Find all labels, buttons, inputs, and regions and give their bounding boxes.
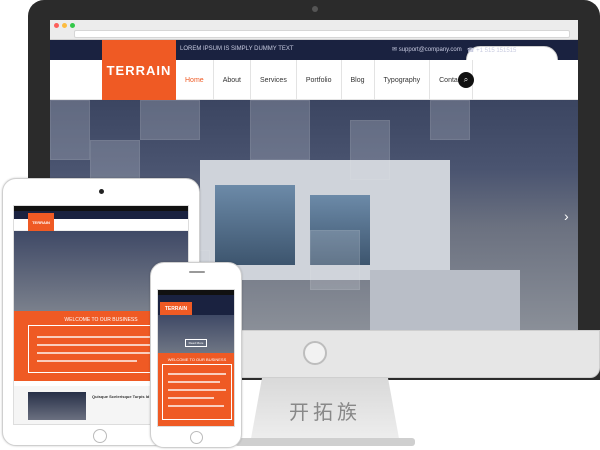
mail-contact[interactable]: ✉ support@company.com xyxy=(392,46,462,53)
monitor-base xyxy=(235,438,415,446)
text-line xyxy=(37,336,167,338)
tablet-navbar: TERRAIN xyxy=(14,213,188,231)
menu-item-blog[interactable]: Blog xyxy=(342,60,375,100)
menu-item-services[interactable]: Services xyxy=(251,60,297,100)
minimize-dot[interactable] xyxy=(62,23,67,28)
address-bar[interactable] xyxy=(74,30,570,38)
text-line xyxy=(37,344,157,346)
slide-tile xyxy=(430,100,470,140)
phone-hero: Read More xyxy=(158,315,234,353)
webcam xyxy=(312,6,318,12)
phone-text: +1 515 151515 xyxy=(476,48,517,54)
email-text: support@company.com xyxy=(398,47,462,53)
phone-hero-button[interactable]: Read More xyxy=(184,339,208,347)
post-thumbnail[interactable] xyxy=(28,392,86,420)
menu-item-home[interactable]: Home xyxy=(176,60,214,100)
menu-item-typography[interactable]: Typography xyxy=(375,60,431,100)
monitor-power-button xyxy=(303,341,327,365)
site-navbar: TERRAIN Home About Services Portfolio Bl… xyxy=(50,40,578,100)
maximize-dot[interactable] xyxy=(70,23,75,28)
text-line xyxy=(168,397,214,399)
menu-item-portfolio[interactable]: Portfolio xyxy=(297,60,342,100)
phone-welcome-heading: WELCOME TO OUR BUSINESS xyxy=(167,357,227,362)
text-line xyxy=(168,373,226,375)
phone-device: TERRAIN Read More WELCOME TO OUR BUSINES… xyxy=(150,262,242,448)
browser-chrome xyxy=(50,20,578,40)
phone-home-button xyxy=(190,431,203,444)
site-logo[interactable]: TERRAIN xyxy=(102,40,176,100)
main-menu: Home About Services Portfolio Blog Typog… xyxy=(176,60,474,100)
slide-tile xyxy=(250,100,310,160)
phone-screen: TERRAIN Read More WELCOME TO OUR BUSINES… xyxy=(157,289,235,427)
phone-welcome-box xyxy=(162,364,232,420)
close-dot[interactable] xyxy=(54,23,59,28)
phone-icon: ☎ xyxy=(467,48,477,54)
text-line xyxy=(37,352,167,354)
site-tagline: LOREM IPSUM IS SIMPLY DUMMY TEXT xyxy=(180,46,294,52)
hero-glass-window xyxy=(215,185,295,265)
tablet-home-button xyxy=(93,429,107,443)
stand-watermark: 开拓族 xyxy=(289,400,361,424)
phone-speaker xyxy=(189,271,205,273)
slide-tile xyxy=(310,230,360,290)
text-line xyxy=(37,360,137,362)
phone-logo[interactable]: TERRAIN xyxy=(160,302,192,316)
phone-welcome-section: WELCOME TO OUR BUSINESS xyxy=(158,353,234,426)
slide-tile xyxy=(140,100,200,140)
tablet-logo[interactable]: TERRAIN xyxy=(28,213,54,231)
mail-icon: ✉ xyxy=(392,47,399,53)
hero-building-lower xyxy=(370,270,520,330)
text-line xyxy=(168,405,224,407)
text-line xyxy=(168,381,220,383)
device-mockup: 开拓族 LOREM IPSUM IS SIMPLY DUMMY TEXT ✉ s… xyxy=(0,0,600,450)
search-icon[interactable]: ⌕ xyxy=(458,72,474,88)
menu-item-about[interactable]: About xyxy=(214,60,251,100)
tablet-camera xyxy=(99,189,104,194)
slide-tile xyxy=(50,100,90,160)
chevron-right-icon[interactable]: › xyxy=(564,208,569,224)
phone-header: TERRAIN xyxy=(158,295,234,316)
slide-tile xyxy=(350,120,390,180)
text-line xyxy=(168,389,226,391)
